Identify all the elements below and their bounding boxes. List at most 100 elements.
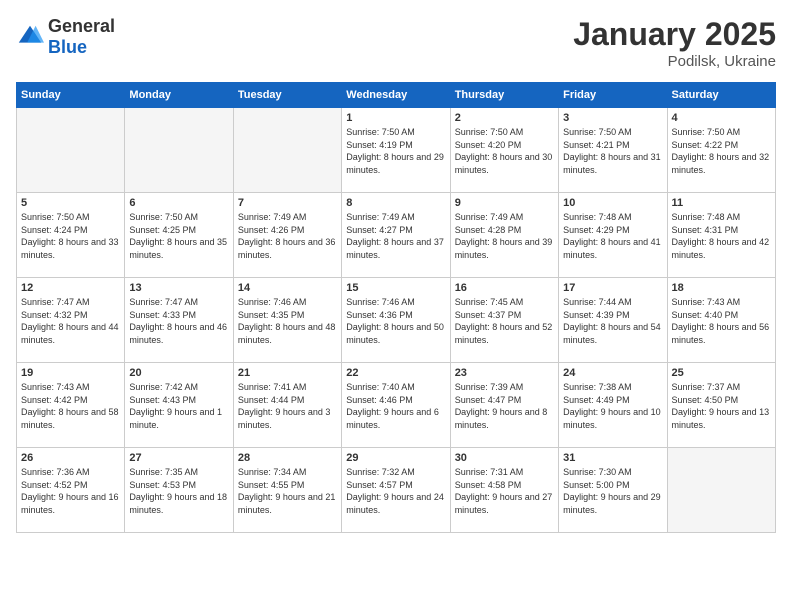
calendar-day-cell: 6 Sunrise: 7:50 AM Sunset: 4:25 PM Daylig…	[125, 193, 233, 278]
day-info: Sunrise: 7:50 AM Sunset: 4:24 PM Dayligh…	[21, 211, 120, 261]
calendar-day-cell: 22 Sunrise: 7:40 AM Sunset: 4:46 PM Dayli…	[342, 363, 450, 448]
calendar-day-cell	[667, 448, 775, 533]
calendar-week-row: 26 Sunrise: 7:36 AM Sunset: 4:52 PM Dayli…	[17, 448, 776, 533]
day-number: 22	[346, 367, 445, 379]
page-header: General Blue January 2025 Podilsk, Ukrai…	[16, 16, 776, 70]
calendar-day-cell: 15Sunrise: 7:46 AM Sunset: 4:36 PM Dayli…	[342, 278, 450, 363]
day-number: 27	[129, 452, 228, 464]
day-info: Sunrise: 7:41 AM Sunset: 4:44 PM Dayligh…	[238, 381, 337, 431]
day-number: 31	[563, 452, 662, 464]
calendar-table: SundayMondayTuesdayWednesdayThursdayFrid…	[16, 82, 776, 533]
weekday-header: Friday	[559, 83, 667, 108]
calendar-day-cell: 3Sunrise: 7:50 AM Sunset: 4:21 PM Daylig…	[559, 108, 667, 193]
day-info: Sunrise: 7:43 AM Sunset: 4:42 PM Dayligh…	[21, 381, 120, 431]
day-number: 17	[563, 282, 662, 294]
calendar-day-cell: 29 Sunrise: 7:32 AM Sunset: 4:57 PM Dayli…	[342, 448, 450, 533]
day-info: Sunrise: 7:36 AM Sunset: 4:52 PM Dayligh…	[21, 466, 120, 516]
day-number: 16	[455, 282, 554, 294]
calendar-day-cell: 4Sunrise: 7:50 AM Sunset: 4:22 PM Daylig…	[667, 108, 775, 193]
calendar-week-row: 19 Sunrise: 7:43 AM Sunset: 4:42 PM Dayli…	[17, 363, 776, 448]
day-info: Sunrise: 7:40 AM Sunset: 4:46 PM Dayligh…	[346, 381, 445, 431]
day-number: 11	[672, 197, 771, 209]
day-info: Sunrise: 7:47 AM Sunset: 4:33 PM Dayligh…	[129, 296, 228, 346]
day-number: 28	[238, 452, 337, 464]
day-info: Sunrise: 7:50 AM Sunset: 4:25 PM Dayligh…	[129, 211, 228, 261]
calendar-day-cell: 21 Sunrise: 7:41 AM Sunset: 4:44 PM Dayli…	[233, 363, 341, 448]
day-number: 24	[563, 367, 662, 379]
title-block: January 2025 Podilsk, Ukraine	[573, 16, 776, 70]
day-number: 21	[238, 367, 337, 379]
day-number: 10	[563, 197, 662, 209]
weekday-header: Tuesday	[233, 83, 341, 108]
day-info: Sunrise: 7:48 AM Sunset: 4:31 PM Dayligh…	[672, 211, 771, 261]
day-info: Sunrise: 7:50 AM Sunset: 4:19 PM Dayligh…	[346, 126, 445, 176]
day-info: Sunrise: 7:44 AM Sunset: 4:39 PM Dayligh…	[563, 296, 662, 346]
day-number: 5	[21, 197, 120, 209]
day-number: 6	[129, 197, 228, 209]
day-info: Sunrise: 7:30 AM Sunset: 5:00 PM Dayligh…	[563, 466, 662, 516]
calendar-day-cell: 9 Sunrise: 7:49 AM Sunset: 4:28 PM Daylig…	[450, 193, 558, 278]
day-info: Sunrise: 7:45 AM Sunset: 4:37 PM Dayligh…	[455, 296, 554, 346]
calendar-day-cell: 11 Sunrise: 7:48 AM Sunset: 4:31 PM Dayli…	[667, 193, 775, 278]
location-title: Podilsk, Ukraine	[573, 53, 776, 70]
calendar-day-cell: 28Sunrise: 7:34 AM Sunset: 4:55 PM Dayli…	[233, 448, 341, 533]
weekday-header: Thursday	[450, 83, 558, 108]
calendar-day-cell: 7 Sunrise: 7:49 AM Sunset: 4:26 PM Daylig…	[233, 193, 341, 278]
day-info: Sunrise: 7:50 AM Sunset: 4:22 PM Dayligh…	[672, 126, 771, 176]
day-number: 1	[346, 112, 445, 124]
day-info: Sunrise: 7:46 AM Sunset: 4:35 PM Dayligh…	[238, 296, 337, 346]
calendar-day-cell: 14 Sunrise: 7:46 AM Sunset: 4:35 PM Dayli…	[233, 278, 341, 363]
month-title: January 2025	[573, 16, 776, 53]
calendar-day-cell: 17 Sunrise: 7:44 AM Sunset: 4:39 PM Dayli…	[559, 278, 667, 363]
day-number: 26	[21, 452, 120, 464]
day-info: Sunrise: 7:47 AM Sunset: 4:32 PM Dayligh…	[21, 296, 120, 346]
logo-general: General	[48, 16, 115, 36]
day-info: Sunrise: 7:50 AM Sunset: 4:20 PM Dayligh…	[455, 126, 554, 176]
day-info: Sunrise: 7:49 AM Sunset: 4:26 PM Dayligh…	[238, 211, 337, 261]
calendar-day-cell: 13Sunrise: 7:47 AM Sunset: 4:33 PM Dayli…	[125, 278, 233, 363]
day-info: Sunrise: 7:35 AM Sunset: 4:53 PM Dayligh…	[129, 466, 228, 516]
day-number: 9	[455, 197, 554, 209]
logo-blue: Blue	[48, 37, 87, 57]
calendar-week-row: 5 Sunrise: 7:50 AM Sunset: 4:24 PM Daylig…	[17, 193, 776, 278]
day-info: Sunrise: 7:49 AM Sunset: 4:28 PM Dayligh…	[455, 211, 554, 261]
day-number: 23	[455, 367, 554, 379]
calendar-day-cell: 2 Sunrise: 7:50 AM Sunset: 4:20 PM Daylig…	[450, 108, 558, 193]
calendar-week-row: 12Sunrise: 7:47 AM Sunset: 4:32 PM Dayli…	[17, 278, 776, 363]
calendar-day-cell: 27 Sunrise: 7:35 AM Sunset: 4:53 PM Dayli…	[125, 448, 233, 533]
calendar-day-cell: 24 Sunrise: 7:38 AM Sunset: 4:49 PM Dayli…	[559, 363, 667, 448]
logo: General Blue	[16, 16, 115, 58]
day-number: 8	[346, 197, 445, 209]
day-info: Sunrise: 7:43 AM Sunset: 4:40 PM Dayligh…	[672, 296, 771, 346]
day-number: 20	[129, 367, 228, 379]
day-number: 14	[238, 282, 337, 294]
day-info: Sunrise: 7:38 AM Sunset: 4:49 PM Dayligh…	[563, 381, 662, 431]
day-number: 15	[346, 282, 445, 294]
day-info: Sunrise: 7:39 AM Sunset: 4:47 PM Dayligh…	[455, 381, 554, 431]
calendar-day-cell	[233, 108, 341, 193]
logo-icon	[16, 23, 44, 51]
day-info: Sunrise: 7:49 AM Sunset: 4:27 PM Dayligh…	[346, 211, 445, 261]
day-info: Sunrise: 7:37 AM Sunset: 4:50 PM Dayligh…	[672, 381, 771, 431]
calendar-day-cell: 18 Sunrise: 7:43 AM Sunset: 4:40 PM Dayli…	[667, 278, 775, 363]
day-number: 7	[238, 197, 337, 209]
day-info: Sunrise: 7:42 AM Sunset: 4:43 PM Dayligh…	[129, 381, 228, 431]
calendar-day-cell: 23 Sunrise: 7:39 AM Sunset: 4:47 PM Dayli…	[450, 363, 558, 448]
day-info: Sunrise: 7:48 AM Sunset: 4:29 PM Dayligh…	[563, 211, 662, 261]
calendar-day-cell: 16 Sunrise: 7:45 AM Sunset: 4:37 PM Dayli…	[450, 278, 558, 363]
calendar-header-row: SundayMondayTuesdayWednesdayThursdayFrid…	[17, 83, 776, 108]
day-number: 2	[455, 112, 554, 124]
calendar-day-cell: 12Sunrise: 7:47 AM Sunset: 4:32 PM Dayli…	[17, 278, 125, 363]
calendar-day-cell: 30Sunrise: 7:31 AM Sunset: 4:58 PM Dayli…	[450, 448, 558, 533]
calendar-day-cell	[125, 108, 233, 193]
day-number: 18	[672, 282, 771, 294]
day-number: 29	[346, 452, 445, 464]
day-info: Sunrise: 7:32 AM Sunset: 4:57 PM Dayligh…	[346, 466, 445, 516]
weekday-header: Wednesday	[342, 83, 450, 108]
day-number: 25	[672, 367, 771, 379]
day-number: 3	[563, 112, 662, 124]
day-info: Sunrise: 7:31 AM Sunset: 4:58 PM Dayligh…	[455, 466, 554, 516]
day-number: 19	[21, 367, 120, 379]
weekday-header: Monday	[125, 83, 233, 108]
calendar-day-cell: 1 Sunrise: 7:50 AM Sunset: 4:19 PM Daylig…	[342, 108, 450, 193]
